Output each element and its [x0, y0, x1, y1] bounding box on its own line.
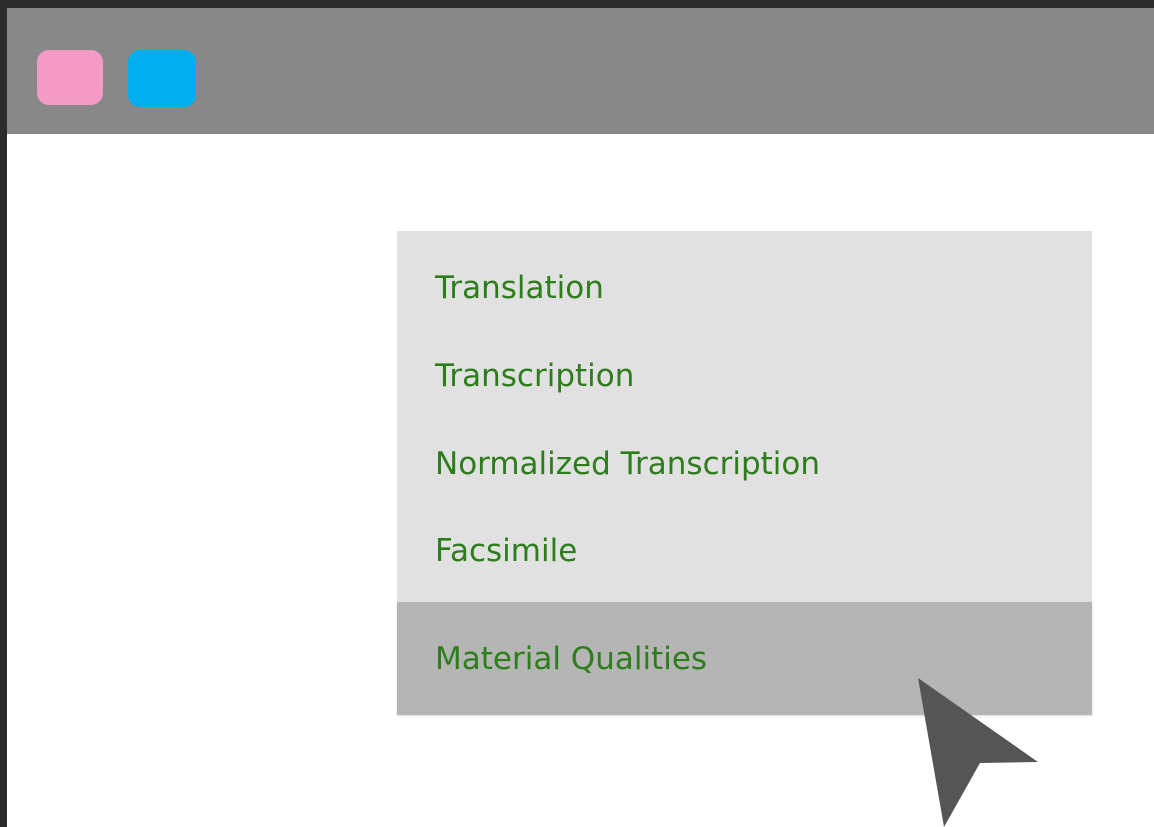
- menu-item-label: Normalized Transcription: [435, 446, 821, 482]
- menu-item-label: Facsimile: [435, 533, 578, 569]
- dropdown-menu: Translation Transcription Normalized Tra…: [397, 231, 1092, 715]
- blue-window-button[interactable]: [128, 50, 196, 107]
- menu-item-label: Material Qualities: [435, 641, 708, 677]
- mouse-pointer-icon: [918, 678, 1038, 827]
- cursor-shape: [918, 678, 1038, 827]
- menu-item-normalized-transcription[interactable]: Normalized Transcription: [397, 449, 1092, 480]
- menu-item-transcription[interactable]: Transcription: [397, 361, 1092, 392]
- pink-window-button[interactable]: [37, 50, 103, 105]
- title-bar: [7, 8, 1154, 134]
- menu-item-translation[interactable]: Translation: [397, 273, 1092, 304]
- menu-item-label: Transcription: [435, 358, 635, 394]
- menu-item-label: Translation: [435, 270, 604, 306]
- menu-item-facsimile[interactable]: Facsimile: [397, 536, 1092, 567]
